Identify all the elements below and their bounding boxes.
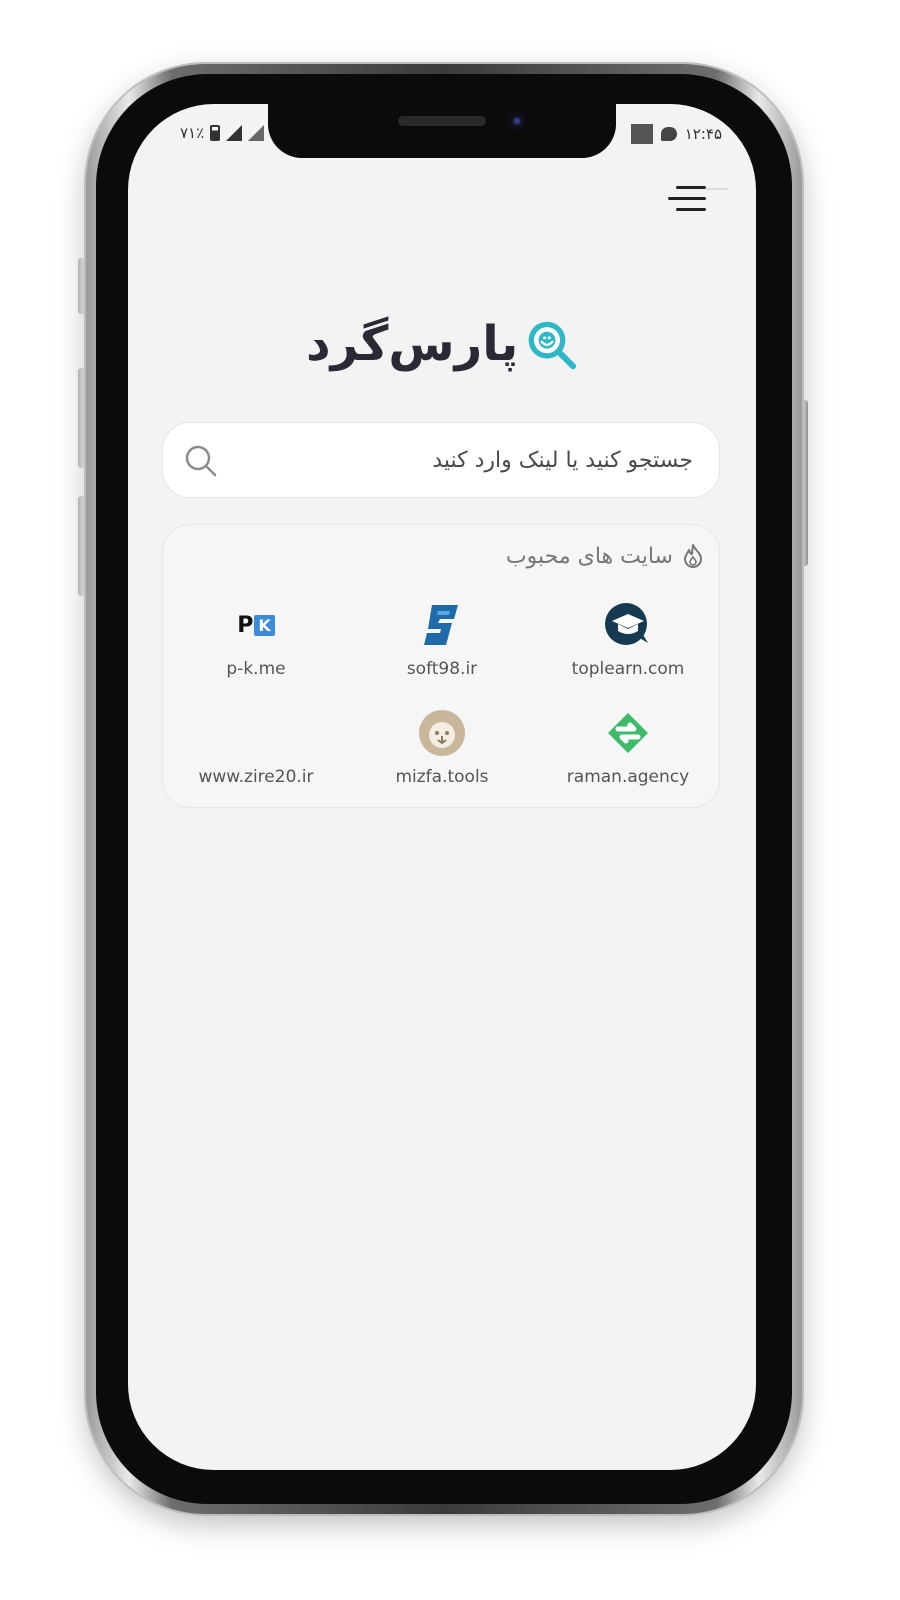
mizfa-lion-icon [419,710,465,756]
app-screen: ۷۱٪ ۱۲:۴۵ پارس‌گرد [128,104,756,1470]
search-input[interactable] [233,423,693,497]
phone-notch [268,96,616,158]
status-time: ۱۲:۴۵ [684,125,722,143]
battery-percent: ۷۱٪ [180,124,205,142]
site-label: www.zire20.ir [198,767,314,787]
site-tile-zire20[interactable]: www.zire20.ir [163,709,349,805]
popular-sites-title: سایت های محبوب [505,543,673,569]
notification-square-icon [630,124,653,144]
popular-sites-header: سایت های محبوب [506,543,705,569]
flame-icon [684,544,702,568]
site-label: toplearn.com [571,659,685,679]
site-tile-mizfa[interactable]: mizfa.tools [349,709,535,805]
search-bar[interactable] [162,422,720,498]
status-bar-right: ۱۲:۴۵ [630,124,722,144]
chat-notification-icon [660,127,677,141]
pk-logo-icon: PK [237,613,275,638]
logo-wordmark: پارس‌گرد [306,316,519,372]
magnifier-logo-icon [528,321,577,370]
site-tile-raman[interactable]: raman.agency [535,709,721,805]
site-label: soft98.ir [406,659,478,679]
status-bar-left: ۷۱٪ [180,124,265,142]
search-icon[interactable] [183,443,219,479]
signal-sim2-icon [248,125,265,141]
site-tile-soft98[interactable]: soft98.ir [349,601,535,697]
site-label: mizfa.tools [395,767,489,787]
site-label: p-k.me [226,659,286,679]
app-logo: پارس‌گرد [306,304,578,384]
hamburger-menu-icon[interactable] [668,184,728,216]
earpiece-speaker [398,116,486,126]
popular-sites-grid: toplearn.com soft98.ir PK p-k.me raman.a… [163,601,721,801]
popular-sites-card: سایت های محبوب toplearn.com soft98.ir P … [162,524,720,808]
raman-logo-icon [608,713,648,753]
soft98-logo-icon [424,605,458,645]
zire20-blank-icon [232,709,280,757]
site-label: raman.agency [566,767,690,787]
site-tile-toplearn[interactable]: toplearn.com [535,601,721,697]
signal-icon [226,125,243,141]
front-camera-icon [508,112,526,130]
battery-icon [210,125,221,141]
toplearn-logo-icon [605,603,648,645]
site-tile-pk[interactable]: PK p-k.me [163,601,349,697]
